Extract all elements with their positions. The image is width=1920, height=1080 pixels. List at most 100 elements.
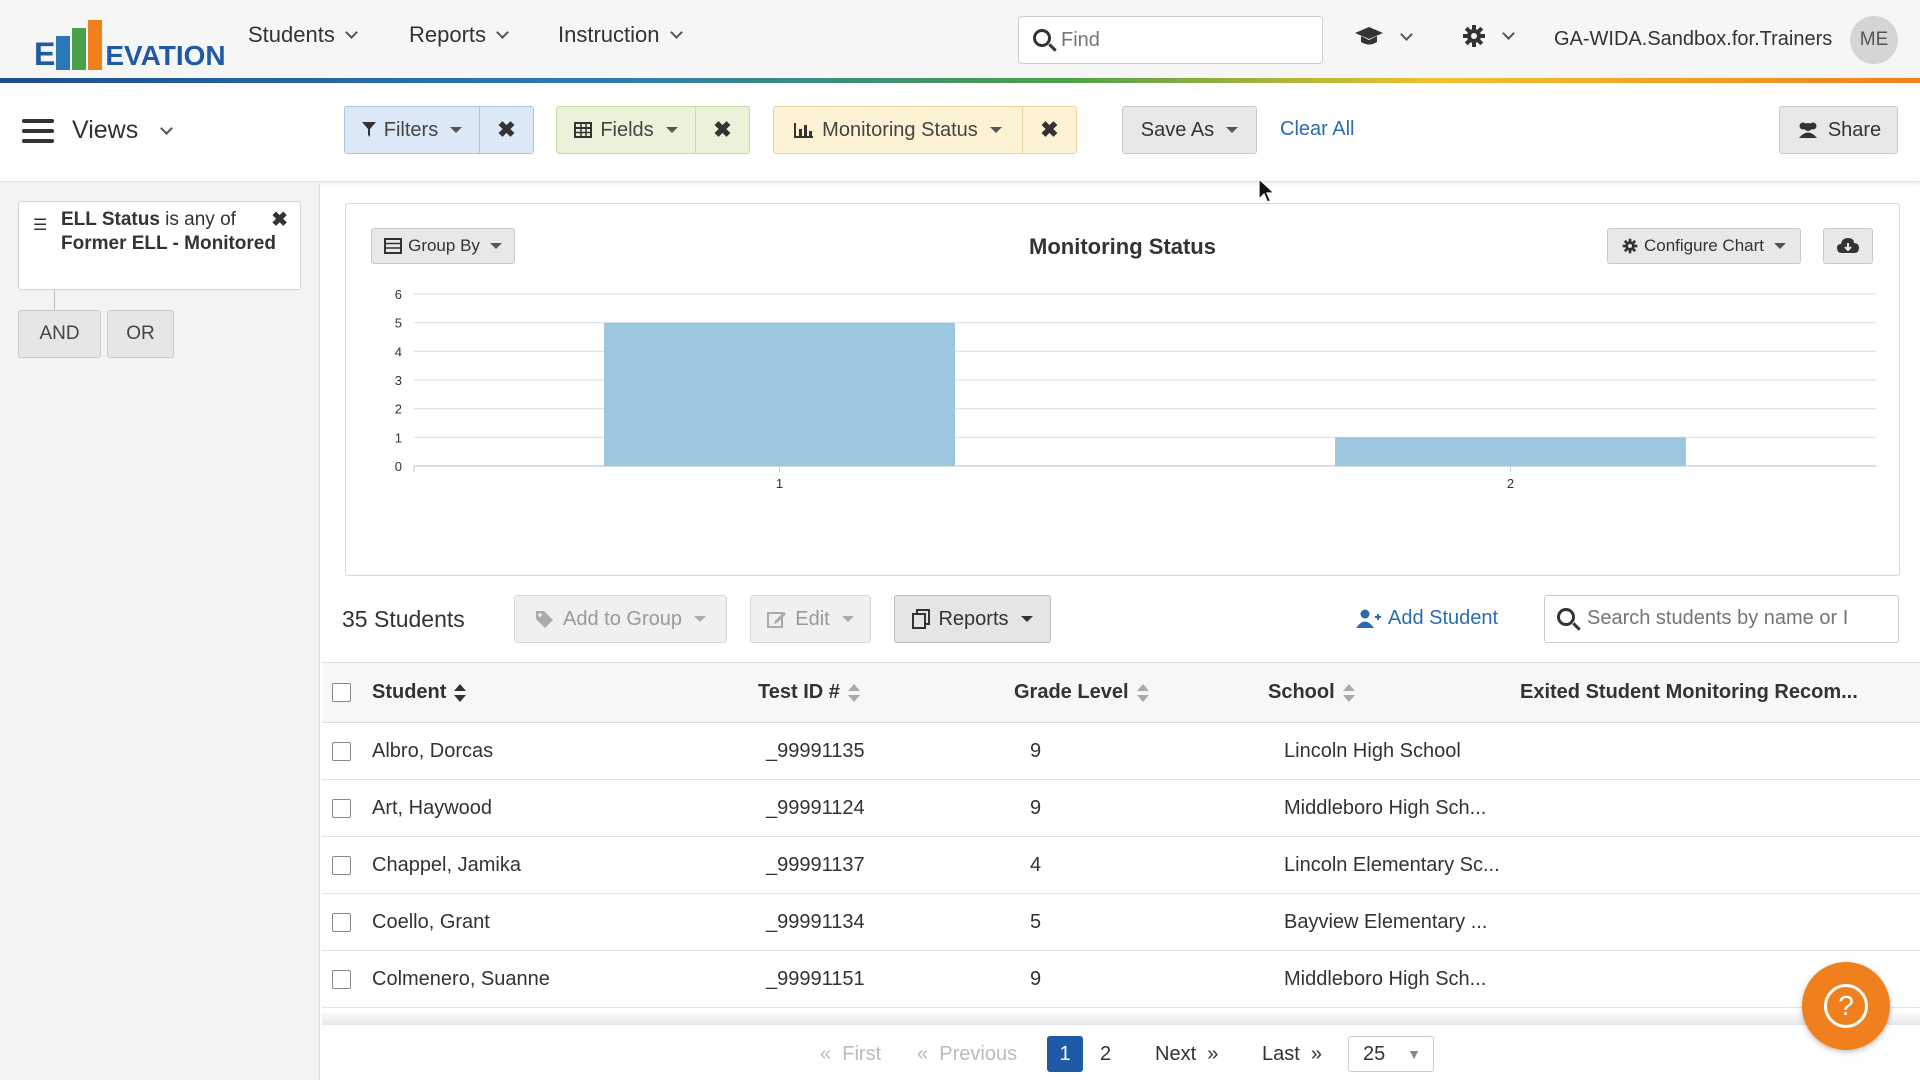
column-label: Test ID # bbox=[758, 681, 840, 703]
student-name-cell[interactable]: Colmenero, Suanne bbox=[362, 950, 758, 1008]
caret-down-icon bbox=[989, 127, 1002, 133]
help-button[interactable]: ? bbox=[1802, 962, 1890, 1050]
school-cell: Middleboro High Sch... bbox=[1268, 950, 1520, 1008]
caret-down-icon bbox=[841, 616, 854, 622]
table-row[interactable]: Chappel, Jamika _99991137 4 Lincoln Element… bbox=[322, 836, 1920, 894]
avatar[interactable]: ME bbox=[1850, 16, 1898, 64]
nav-reports-menu[interactable]: Reports bbox=[409, 22, 509, 48]
row-checkbox[interactable] bbox=[332, 855, 351, 875]
pagination-page-1[interactable]: 1 bbox=[1047, 1036, 1083, 1072]
column-header-test-id[interactable]: Test ID # bbox=[758, 662, 1014, 723]
school-cell: Middleboro High Sch... bbox=[1268, 779, 1520, 837]
column-header-grade-level[interactable]: Grade Level bbox=[1014, 662, 1268, 723]
nav-instruction-menu[interactable]: Instruction bbox=[558, 22, 683, 48]
question-icon: ? bbox=[1824, 984, 1868, 1028]
select-all-checkbox[interactable] bbox=[332, 683, 351, 703]
row-checkbox[interactable] bbox=[332, 969, 351, 989]
student-name-cell[interactable]: Chappel, Jamika bbox=[362, 836, 758, 894]
student-name-cell[interactable]: Albro, Dorcas bbox=[362, 722, 758, 780]
bar-chart-icon bbox=[794, 123, 814, 138]
test-id-cell: _99991134 bbox=[758, 893, 1014, 951]
ellevation-logo[interactable]: E EVATION bbox=[34, 14, 226, 70]
exited-monitoring-cell bbox=[1520, 722, 1920, 780]
table-row[interactable]: Albro, Dorcas _99991135 9 Lincoln High Scho… bbox=[322, 722, 1920, 780]
pagination-page-2[interactable]: 2 bbox=[1100, 1036, 1111, 1072]
x-tick-label: 2 bbox=[1507, 476, 1514, 491]
clear-fields-button[interactable]: ✖ bbox=[695, 106, 750, 154]
test-id-cell: _99991151 bbox=[758, 950, 1014, 1008]
close-icon: ✖ bbox=[497, 117, 516, 142]
student-name-cell[interactable]: Coello, Grant bbox=[362, 893, 758, 951]
reports-button[interactable]: Reports bbox=[894, 595, 1051, 643]
grade-level-cell: 9 bbox=[1014, 779, 1268, 837]
add-to-group-button[interactable]: Add to Group bbox=[514, 595, 727, 643]
account-name[interactable]: GA-WIDA.Sandbox.for.Trainers bbox=[1554, 28, 1832, 51]
clear-filters-button[interactable]: ✖ bbox=[479, 106, 534, 154]
clear-chart-button[interactable]: ✖ bbox=[1022, 106, 1077, 154]
chevron-down-icon bbox=[344, 26, 358, 39]
chart-bar[interactable] bbox=[604, 322, 955, 466]
filter-field: ELL Status bbox=[61, 209, 160, 230]
filter-operator: is any of bbox=[165, 209, 236, 230]
grade-level-cell: 9 bbox=[1014, 950, 1268, 1008]
grade-level-cell: 9 bbox=[1014, 722, 1268, 780]
find-input[interactable] bbox=[1061, 27, 1311, 53]
chevron-down-icon bbox=[496, 26, 509, 39]
chart-selector-button[interactable]: Monitoring Status bbox=[773, 106, 1023, 154]
column-header-exited-monitoring[interactable]: Exited Student Monitoring Recom... bbox=[1520, 662, 1920, 723]
student-name-cell[interactable]: Art, Haywood bbox=[362, 779, 758, 837]
row-checkbox[interactable] bbox=[332, 741, 351, 761]
row-checkbox[interactable] bbox=[332, 912, 351, 932]
remove-filter-icon[interactable]: ✖ bbox=[271, 208, 288, 232]
fields-button[interactable]: Fields bbox=[556, 106, 696, 154]
exited-monitoring-cell bbox=[1520, 779, 1920, 837]
views-menu[interactable]: Views bbox=[22, 116, 174, 145]
filters-button[interactable]: Filters bbox=[344, 106, 480, 154]
hamburger-icon bbox=[22, 118, 54, 143]
caret-down-icon bbox=[693, 616, 706, 622]
sliders-icon: ☰ bbox=[33, 217, 48, 234]
grade-level-cell: 5 bbox=[1014, 893, 1268, 951]
table-row[interactable]: Art, Haywood _99991124 9 Middleboro High Sc… bbox=[322, 779, 1920, 837]
column-header-student[interactable]: Student bbox=[362, 662, 758, 723]
nav-students-menu[interactable]: Students bbox=[248, 22, 358, 48]
row-checkbox[interactable] bbox=[332, 798, 351, 818]
add-student-link[interactable]: Add Student bbox=[1356, 607, 1498, 630]
find-search-box bbox=[1018, 16, 1323, 64]
pagination-last[interactable]: Last » bbox=[1262, 1036, 1322, 1072]
column-header-school[interactable]: School bbox=[1268, 662, 1520, 723]
clear-all-link[interactable]: Clear All bbox=[1280, 118, 1354, 141]
tags-icon bbox=[536, 611, 554, 628]
graduation-cap-menu[interactable] bbox=[1354, 26, 1413, 48]
chart-bar[interactable] bbox=[1335, 437, 1686, 466]
and-button[interactable]: AND bbox=[18, 310, 101, 358]
chart-selector-label: Monitoring Status bbox=[822, 118, 978, 141]
add-to-group-label: Add to Group bbox=[563, 607, 682, 630]
views-label: Views bbox=[72, 116, 139, 144]
table-row[interactable]: Coello, Grant _99991134 5 Bayview Elementar… bbox=[322, 893, 1920, 951]
caret-down-icon bbox=[1020, 616, 1033, 622]
column-label: School bbox=[1268, 681, 1335, 703]
filter-card[interactable]: ☰ ELL Status is any of Former ELL - Moni… bbox=[18, 201, 301, 290]
edit-button[interactable]: Edit bbox=[750, 595, 871, 643]
horizontal-scrollbar[interactable] bbox=[322, 1013, 1920, 1025]
sort-icon bbox=[454, 683, 467, 702]
gear-icon bbox=[1463, 25, 1485, 47]
student-search-box bbox=[1544, 595, 1899, 643]
table-row[interactable]: Colmenero, Suanne _99991151 9 Middleboro Hi… bbox=[322, 950, 1920, 1008]
edit-label: Edit bbox=[795, 607, 830, 630]
sort-icon bbox=[1342, 683, 1355, 702]
page-size-select[interactable]: 25 ▼ bbox=[1348, 1036, 1434, 1072]
school-cell: Lincoln Elementary Sc... bbox=[1268, 836, 1520, 894]
student-search-input[interactable] bbox=[1587, 607, 1887, 630]
share-button[interactable]: Share bbox=[1779, 106, 1898, 154]
share-label: Share bbox=[1827, 118, 1882, 141]
filter-connector bbox=[54, 290, 55, 310]
save-as-button[interactable]: Save As bbox=[1122, 106, 1257, 154]
exited-monitoring-cell bbox=[1520, 893, 1920, 951]
or-button[interactable]: OR bbox=[107, 310, 174, 358]
test-id-cell: _99991137 bbox=[758, 836, 1014, 894]
pagination-next[interactable]: Next » bbox=[1155, 1036, 1218, 1072]
settings-menu[interactable] bbox=[1462, 24, 1515, 48]
search-icon bbox=[1557, 608, 1575, 626]
